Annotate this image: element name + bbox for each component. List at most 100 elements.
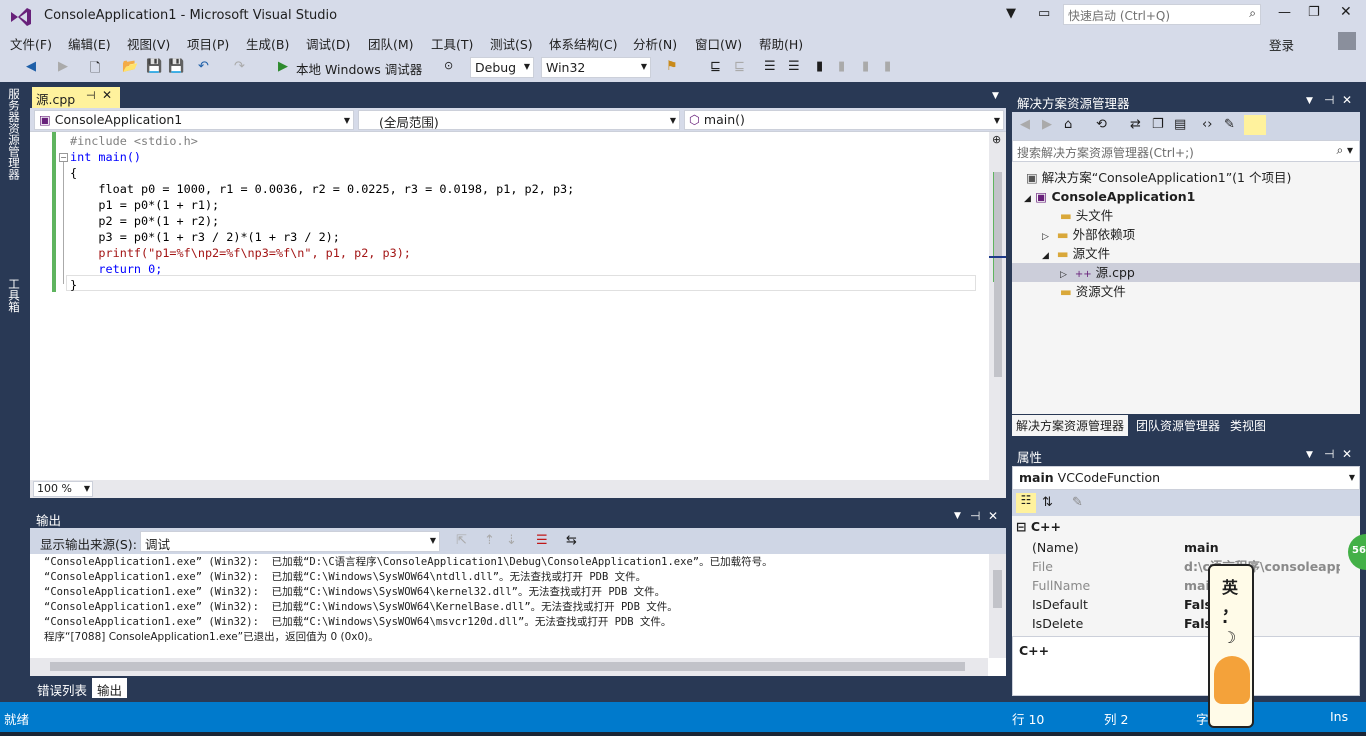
menu-build[interactable]: 生成(B) — [246, 34, 289, 53]
forward-icon[interactable]: ▶ — [58, 59, 68, 74]
close-icon[interactable]: ✕ — [102, 88, 112, 102]
close-button[interactable]: ✕ — [1340, 4, 1352, 20]
server-explorer-tab[interactable]: 服务器资源管理器 — [6, 88, 22, 180]
bookmark-prev-icon[interactable]: ⊑ — [734, 59, 745, 74]
property-pages-icon[interactable]: ✎ — [1072, 495, 1083, 510]
panel-menu-icon[interactable]: ▼ — [1306, 450, 1313, 460]
redo-icon[interactable]: ↷ — [234, 59, 245, 74]
menu-project[interactable]: 项目(P) — [187, 34, 229, 53]
tree-node-project[interactable]: ◢ ▣ ConsoleApplication1 — [1024, 187, 1195, 206]
tab-source-cpp[interactable]: 源.cpp ⊣ ✕ — [32, 87, 120, 108]
sync-icon[interactable]: ⇄ — [1130, 117, 1141, 132]
property-row[interactable]: IsDefault False — [1028, 595, 1340, 614]
collapse-toggle[interactable]: − — [59, 153, 68, 162]
menu-help[interactable]: 帮助(H) — [759, 34, 803, 53]
save-icon[interactable]: 💾 — [146, 59, 162, 74]
collapse-all-icon[interactable]: ❐ — [1152, 117, 1164, 132]
scroll-thumb[interactable] — [50, 662, 965, 671]
output-text-area[interactable]: “ConsoleApplication1.exe” (Win32): 已加载“D… — [30, 554, 1006, 676]
toolbox-tab[interactable]: 工具箱 — [6, 278, 22, 313]
property-row[interactable]: IsDelete False — [1028, 614, 1340, 633]
panel-menu-icon[interactable]: ▼ — [1306, 96, 1313, 106]
minimize-button[interactable]: — — [1278, 5, 1291, 20]
menu-edit[interactable]: 编辑(E) — [68, 34, 111, 53]
member-dropdown[interactable]: ⬡ main() ▼ — [684, 110, 1004, 130]
tree-node-resource-files[interactable]: ▬ 资源文件 — [1060, 282, 1126, 301]
attach-icon[interactable]: ⊙ — [444, 59, 453, 72]
comment-icon[interactable]: ☰ — [764, 59, 776, 74]
output-horizontal-scrollbar[interactable] — [30, 658, 988, 676]
properties-wrench-icon[interactable]: ✎ — [1224, 117, 1235, 132]
pin-icon[interactable]: ⊣ — [1324, 447, 1334, 461]
config-dropdown[interactable]: Debug ▼ — [470, 57, 534, 78]
alphabetical-icon[interactable]: ⇅ — [1042, 495, 1053, 510]
prev-bookmark-icon[interactable]: ▮ — [838, 59, 845, 74]
prev-message-icon[interactable]: ⇡ — [484, 533, 495, 548]
new-project-icon[interactable]: 🗋 — [90, 59, 100, 81]
tree-node-header-files[interactable]: ▬ 头文件 — [1060, 206, 1113, 225]
restore-button[interactable]: ❐ — [1308, 5, 1320, 20]
menu-analyze[interactable]: 分析(N) — [633, 34, 677, 53]
horizontal-scrollbar[interactable] — [110, 483, 984, 494]
project-dropdown[interactable]: ▣ ConsoleApplication1 ▼ — [34, 110, 354, 130]
tree-node-source-cpp[interactable]: ▷ ++ 源.cpp — [1012, 263, 1360, 282]
close-icon[interactable]: ✕ — [1342, 93, 1352, 107]
home-icon[interactable]: ⌂ — [1064, 117, 1072, 132]
code-editor[interactable]: − #include <stdio.h> int main() { float … — [30, 132, 1006, 480]
preview-toggle-icon[interactable] — [1244, 115, 1266, 135]
menu-file[interactable]: 文件(F) — [10, 34, 52, 53]
clear-bookmarks-icon[interactable]: ▮ — [884, 59, 891, 74]
category-header[interactable]: ⊟ C++ — [1016, 519, 1061, 534]
tab-team-explorer[interactable]: 团队资源管理器 — [1132, 415, 1224, 436]
pin-icon[interactable]: ⊣ — [970, 509, 980, 523]
tab-overflow-icon[interactable]: ▼ — [992, 91, 999, 101]
tab-output[interactable]: 输出 — [92, 678, 128, 698]
menu-tools[interactable]: 工具(T) — [431, 34, 473, 53]
property-row[interactable]: FullName main — [1028, 576, 1340, 595]
tab-error-list[interactable]: 错误列表 — [32, 678, 92, 698]
scroll-thumb[interactable] — [994, 172, 1002, 377]
pin-icon[interactable]: ⊣ — [1324, 93, 1334, 107]
account-avatar-icon[interactable] — [1338, 32, 1356, 50]
forward-icon[interactable]: ▶ — [1042, 117, 1052, 132]
open-file-icon[interactable]: 📂 — [122, 59, 138, 74]
show-all-files-icon[interactable]: ▤ — [1174, 117, 1186, 132]
menu-test[interactable]: 测试(S) — [490, 34, 533, 53]
menu-team[interactable]: 团队(M) — [368, 34, 414, 53]
bookmark-icon[interactable]: ▮ — [816, 59, 823, 74]
next-bookmark-icon[interactable]: ▮ — [862, 59, 869, 74]
zoom-dropdown[interactable]: 100 % ▼ — [33, 481, 93, 497]
output-source-dropdown[interactable]: 调试 ▼ — [140, 531, 440, 552]
categorized-icon[interactable]: ☷ — [1016, 493, 1036, 513]
view-code-icon[interactable]: ‹› — [1202, 117, 1212, 132]
menu-view[interactable]: 视图(V) — [127, 34, 170, 53]
undo-icon[interactable]: ↶ — [198, 59, 209, 74]
back-icon[interactable]: ◀ — [26, 59, 36, 74]
tree-node-external-deps[interactable]: ▷ ▬ 外部依赖项 — [1042, 225, 1135, 244]
menu-architecture[interactable]: 体系结构(C) — [549, 34, 617, 53]
panel-menu-icon[interactable]: ▼ — [954, 511, 961, 521]
back-icon[interactable]: ◀ — [1020, 117, 1030, 132]
scroll-thumb[interactable] — [993, 570, 1002, 608]
editor-vertical-scrollbar[interactable]: ⊕ — [989, 132, 1006, 480]
platform-dropdown[interactable]: Win32 ▼ — [541, 57, 651, 78]
start-debug-icon[interactable]: ▶ — [278, 59, 288, 74]
scope-dropdown[interactable]: (全局范围) ▼ — [358, 110, 680, 130]
save-all-icon[interactable]: 💾 — [168, 59, 184, 74]
goto-source-icon[interactable]: ⇱ — [456, 533, 467, 548]
word-wrap-icon[interactable]: ⇆ — [566, 533, 577, 548]
property-row[interactable]: (Name) main — [1028, 538, 1340, 557]
next-message-icon[interactable]: ⇣ — [506, 533, 517, 548]
close-icon[interactable]: ✕ — [1342, 447, 1352, 461]
menu-debug[interactable]: 调试(D) — [306, 34, 350, 53]
login-link[interactable]: 登录 — [1269, 35, 1294, 54]
clear-all-icon[interactable]: ☰ — [536, 533, 548, 548]
ime-toolbar[interactable]: 英 ， · ☽ — [1208, 564, 1254, 728]
feedback-icon[interactable]: ▭ — [1038, 6, 1050, 21]
ime-moon-icon[interactable]: ☽ — [1222, 628, 1236, 647]
tab-solution-explorer[interactable]: 解决方案资源管理器 — [1012, 415, 1129, 436]
history-icon[interactable]: ⟲ — [1096, 117, 1107, 132]
close-icon[interactable]: ✕ — [988, 509, 998, 523]
output-vertical-scrollbar[interactable] — [989, 554, 1006, 658]
property-row[interactable]: Filed:\c语言程序\consoleapplic — [1028, 557, 1340, 576]
